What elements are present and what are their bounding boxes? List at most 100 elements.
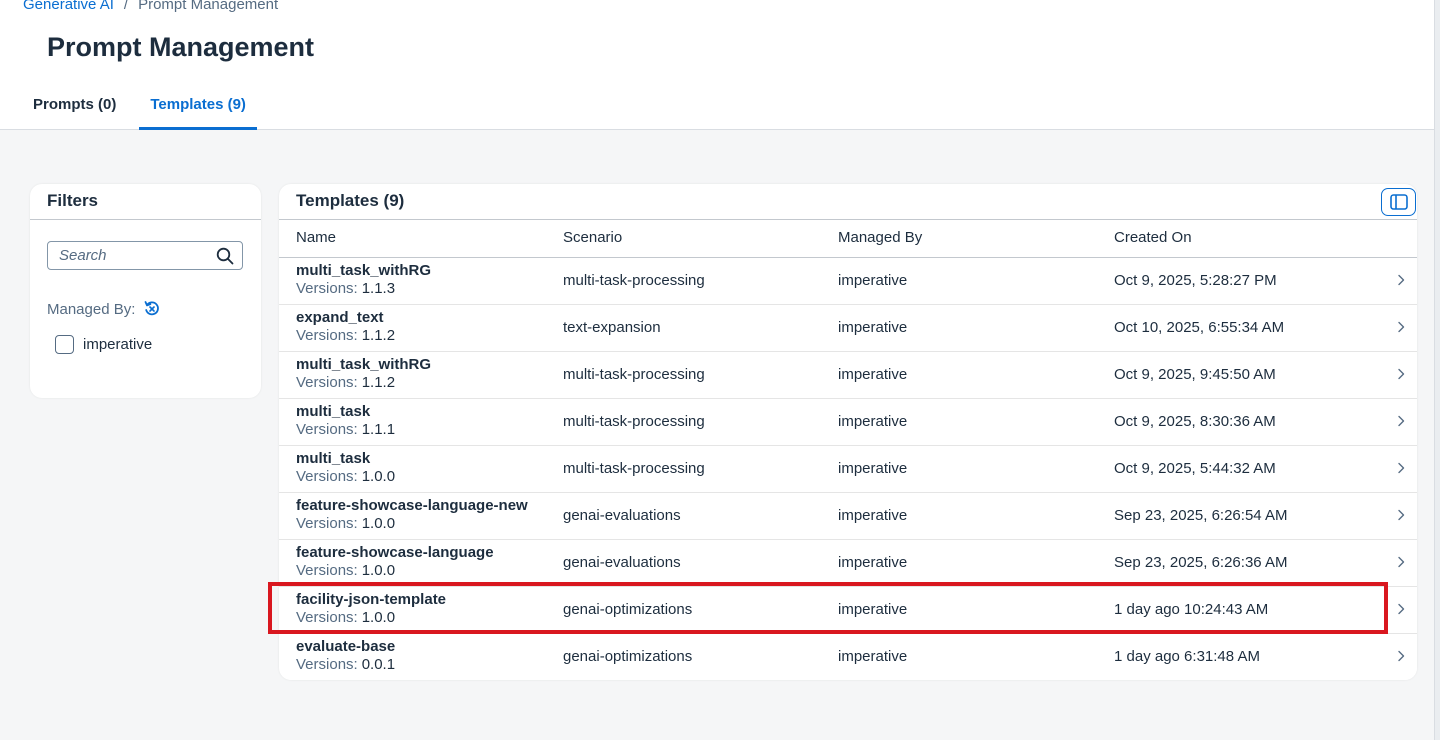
chevron-right-icon[interactable]: [1397, 509, 1405, 521]
chevron-right-icon[interactable]: [1397, 556, 1405, 568]
chevron-right-icon[interactable]: [1397, 603, 1405, 615]
search-input[interactable]: [48, 247, 208, 264]
cell-name: expand_text Versions: 1.1.2: [296, 309, 395, 345]
version-line: Versions: 1.1.2: [296, 327, 395, 345]
cell-managed-by: imperative: [838, 366, 908, 383]
template-name: evaluate-base: [296, 638, 396, 655]
version-line: Versions: 1.0.0: [296, 562, 494, 580]
cell-managed-by: imperative: [838, 413, 908, 430]
cell-managed-by: imperative: [838, 648, 908, 665]
page-title: Prompt Management: [47, 32, 315, 62]
column-header-name[interactable]: Name: [296, 229, 336, 246]
version-label: Versions:: [296, 421, 358, 438]
cell-scenario: multi-task-processing: [563, 272, 705, 289]
version-value: 1.1.1: [361, 421, 396, 438]
search-icon[interactable]: [216, 247, 234, 265]
template-name: multi_task: [296, 403, 371, 420]
table-header-row: Name Scenario Managed By Created On: [279, 219, 1417, 258]
cell-name: multi_task_withRG Versions: 1.1.2: [296, 356, 431, 392]
cell-name: facility-json-template Versions: 1.0.0: [296, 591, 446, 627]
template-name: multi_task_withRG: [296, 262, 432, 279]
cell-name: feature-showcase-language Versions: 1.0.0: [296, 544, 494, 580]
tab-prompts[interactable]: Prompts (0): [22, 86, 127, 130]
breadcrumb-current: Prompt Management: [138, 0, 279, 13]
version-label: Versions:: [296, 280, 358, 297]
side-panel-toggle-button[interactable]: [1381, 188, 1416, 216]
column-header-created-on[interactable]: Created On: [1114, 229, 1192, 246]
chevron-right-icon[interactable]: [1397, 368, 1405, 380]
chevron-right-icon[interactable]: [1397, 415, 1405, 427]
cell-scenario: text-expansion: [563, 319, 661, 336]
version-value: 0.0.1: [361, 656, 396, 673]
version-value: 1.0.0: [361, 515, 396, 532]
table-row[interactable]: facility-json-template Versions: 1.0.0 ge…: [279, 587, 1417, 634]
template-name: feature-showcase-language-new: [296, 497, 528, 514]
cell-managed-by: imperative: [838, 507, 908, 524]
checkbox-label: imperative: [83, 336, 153, 353]
table-row[interactable]: expand_text Versions: 1.1.2 text-expansio…: [279, 305, 1417, 352]
cell-created-on: Oct 9, 2025, 5:44:32 AM: [1114, 460, 1276, 477]
table-row[interactable]: multi_task Versions: 1.1.1 multi-task-pro…: [279, 399, 1417, 446]
cell-scenario: genai-optimizations: [563, 601, 693, 618]
version-label: Versions:: [296, 327, 358, 344]
cell-scenario: genai-optimizations: [563, 648, 693, 665]
imperative-checkbox[interactable]: [55, 335, 74, 354]
chevron-right-icon[interactable]: [1397, 462, 1405, 474]
version-label: Versions:: [296, 374, 358, 391]
chevron-right-icon[interactable]: [1397, 274, 1405, 286]
table-row[interactable]: feature-showcase-language Versions: 1.0.0…: [279, 540, 1417, 587]
cell-name: feature-showcase-language-new Versions: 1…: [296, 497, 528, 533]
cell-scenario: multi-task-processing: [563, 366, 705, 383]
template-name: feature-showcase-language: [296, 544, 494, 561]
filters-panel: Filters Managed By: imperative: [30, 184, 261, 398]
version-line: Versions: 1.0.0: [296, 609, 446, 627]
version-value: 1.1.3: [361, 280, 396, 297]
version-label: Versions:: [296, 656, 358, 673]
table-row[interactable]: evaluate-base Versions: 0.0.1 genai-optim…: [289, 634, 1417, 680]
cell-name: multi_task Versions: 1.1.1: [296, 403, 395, 439]
cell-managed-by: imperative: [838, 319, 908, 336]
chevron-right-icon[interactable]: [1397, 321, 1405, 333]
cell-scenario: multi-task-processing: [563, 413, 705, 430]
template-name: facility-json-template: [296, 591, 447, 608]
cell-created-on: Oct 9, 2025, 9:45:50 AM: [1114, 366, 1276, 383]
cell-created-on: Oct 9, 2025, 5:28:27 PM: [1114, 272, 1277, 289]
cell-name: multi_task Versions: 1.0.0: [296, 450, 395, 486]
column-header-managed-by[interactable]: Managed By: [838, 229, 922, 246]
cell-managed-by: imperative: [838, 460, 908, 477]
template-name: expand_text: [296, 309, 384, 326]
cell-created-on: Sep 23, 2025, 6:26:36 AM: [1114, 554, 1288, 571]
version-line: Versions: 1.1.1: [296, 421, 395, 439]
filter-option-imperative[interactable]: imperative: [55, 335, 152, 354]
chevron-right-icon[interactable]: [1397, 650, 1405, 662]
version-line: Versions: 0.0.1: [296, 656, 395, 674]
column-header-scenario[interactable]: Scenario: [563, 229, 622, 246]
tab-templates[interactable]: Templates (9): [139, 86, 257, 130]
reset-filter-icon[interactable]: [143, 300, 161, 318]
template-name: multi_task: [296, 450, 371, 467]
breadcrumb-link-generative-ai[interactable]: Generative AI: [23, 0, 114, 13]
cell-managed-by: imperative: [838, 601, 908, 618]
version-value: 1.0.0: [361, 562, 396, 579]
version-line: Versions: 1.1.2: [296, 374, 431, 392]
version-line: Versions: 1.0.0: [296, 515, 528, 533]
version-value: 1.1.2: [361, 327, 396, 344]
version-label: Versions:: [296, 562, 358, 579]
cell-managed-by: imperative: [838, 554, 908, 571]
cell-created-on: Oct 9, 2025, 8:30:36 AM: [1114, 413, 1276, 430]
cell-name: multi_task_withRG Versions: 1.1.3: [296, 262, 431, 298]
table-row[interactable]: multi_task Versions: 1.0.0 multi-task-pro…: [279, 446, 1417, 493]
version-value: 1.1.2: [361, 374, 396, 391]
version-label: Versions:: [296, 468, 358, 485]
table-row[interactable]: feature-showcase-language-new Versions: 1…: [279, 493, 1417, 540]
tab-bar: Prompts (0) Templates (9): [22, 86, 269, 130]
scrollbar-track[interactable]: [1434, 0, 1440, 740]
search-field: [47, 241, 243, 270]
table-row[interactable]: multi_task_withRG Versions: 1.1.3 multi-t…: [279, 258, 1417, 305]
filters-title: Filters: [47, 191, 99, 210]
version-line: Versions: 1.1.3: [296, 280, 431, 298]
table-row[interactable]: multi_task_withRG Versions: 1.1.2 multi-t…: [279, 352, 1417, 399]
breadcrumb: Generative AI / Prompt Management: [23, 0, 278, 13]
cell-created-on: 1 day ago 10:24:43 AM: [1114, 601, 1269, 618]
side-panel-icon: [1389, 194, 1408, 210]
